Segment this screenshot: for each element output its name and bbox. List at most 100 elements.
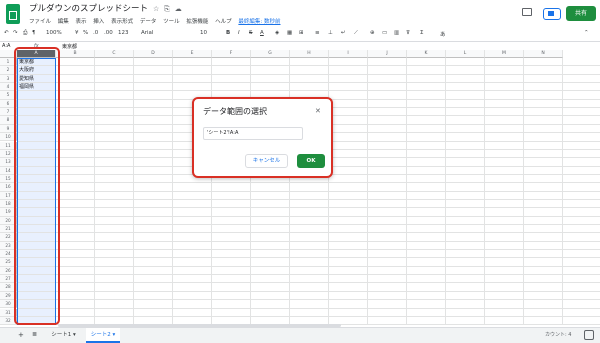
formula-bar: A:A fx 東京都 xyxy=(0,42,600,50)
undo-icon[interactable]: ↶ xyxy=(4,30,9,36)
comment-icon[interactable] xyxy=(522,8,532,16)
close-icon[interactable]: ✕ xyxy=(315,107,321,115)
vertical-align-icon[interactable]: ⊥ xyxy=(328,30,333,36)
present-button[interactable] xyxy=(543,8,561,20)
row-gridline xyxy=(17,215,600,217)
spreadsheet-grid[interactable]: ABCDEFGHIJKLMN 1 2 3 4 5 6 7 8 9 10 11 12 13 14 15 16 17… xyxy=(0,50,600,325)
text-rotate-icon[interactable]: ⟋ xyxy=(354,30,358,37)
print-icon[interactable]: ⎙ xyxy=(23,30,27,37)
star-icon[interactable]: ☆ xyxy=(151,5,159,13)
row-gridline xyxy=(17,274,600,276)
document-title-text[interactable]: プルダウンのスプレッドシート xyxy=(29,4,148,14)
percent-button[interactable]: % xyxy=(83,30,88,36)
text-wrap-icon[interactable]: ↵ xyxy=(341,30,346,36)
all-sheets-icon[interactable]: ≣ xyxy=(32,331,37,338)
column-header-m[interactable]: M xyxy=(485,50,524,58)
row-gridline xyxy=(17,90,600,92)
column-header-k[interactable]: K xyxy=(407,50,446,58)
document-title[interactable]: プルダウンのスプレッドシート ☆ ⎘ ☁ xyxy=(29,2,182,14)
column-header-b[interactable]: B xyxy=(56,50,95,58)
column-header-f[interactable]: F xyxy=(212,50,251,58)
row-gridline xyxy=(17,232,600,234)
collapse-menus-icon[interactable]: ⌃ xyxy=(584,30,589,36)
menu-view[interactable]: 表示 xyxy=(76,19,87,25)
column-header-j[interactable]: J xyxy=(368,50,407,58)
menu-file[interactable]: ファイル xyxy=(29,19,51,25)
column-header-h[interactable]: H xyxy=(290,50,329,58)
tab-sheet2[interactable]: シート2 ▾ xyxy=(86,328,120,343)
comment-add-icon[interactable]: ▭ xyxy=(382,30,387,36)
tab-sheet1[interactable]: シート1 ▾ xyxy=(45,328,82,343)
column-a-annotation-outline xyxy=(14,47,60,325)
row-gridline xyxy=(17,299,600,301)
column-header-g[interactable]: G xyxy=(251,50,290,58)
redo-icon[interactable]: ↷ xyxy=(13,30,18,36)
range-input[interactable]: 'シート2'!A:A xyxy=(203,127,303,140)
row-gridline xyxy=(17,307,600,309)
decimal-increase-button[interactable]: .00 xyxy=(104,30,113,36)
row-gridline xyxy=(17,265,600,267)
row-gridline xyxy=(17,240,600,242)
name-box[interactable]: A:A xyxy=(2,43,10,49)
dialog-title: データ範囲の選択 xyxy=(203,107,267,116)
row-gridline xyxy=(17,282,600,284)
menu-bar: ファイル 編集 表示 挿入 表示形式 データ ツール 拡張機能 ヘルプ 最終編集… xyxy=(29,17,286,27)
menu-edit[interactable]: 編集 xyxy=(58,19,69,25)
menu-format[interactable]: 表示形式 xyxy=(111,19,133,25)
explore-icon[interactable] xyxy=(584,330,594,340)
ok-button[interactable]: OK xyxy=(297,154,325,168)
column-header-l[interactable]: L xyxy=(446,50,485,58)
menu-tools[interactable]: ツール xyxy=(163,19,180,25)
font-select[interactable]: Arial xyxy=(141,30,153,36)
row-gridline xyxy=(17,182,600,184)
strikethrough-button[interactable]: S xyxy=(249,30,253,36)
functions-icon[interactable]: Σ xyxy=(420,30,423,36)
formula-input[interactable]: 東京都 xyxy=(62,43,77,50)
currency-button[interactable]: ¥ xyxy=(75,30,79,36)
add-sheet-icon[interactable]: + xyxy=(18,331,24,339)
menu-help[interactable]: ヘルプ xyxy=(215,19,232,25)
cancel-label: キャンセル xyxy=(252,158,281,164)
grid-lines xyxy=(0,50,600,325)
chart-icon[interactable]: ▥ xyxy=(394,30,399,36)
row-gridline xyxy=(17,290,600,292)
row-gridline xyxy=(17,257,600,259)
fill-color-icon[interactable]: ◈ xyxy=(275,30,279,36)
move-icon[interactable]: ⎘ xyxy=(162,5,170,13)
share-button[interactable]: 共有 xyxy=(566,6,596,21)
input-tools-button[interactable]: あ xyxy=(440,30,446,38)
share-label: 共有 xyxy=(574,10,587,17)
column-header-n[interactable]: N xyxy=(524,50,563,58)
borders-icon[interactable]: ▦ xyxy=(287,30,292,36)
sheets-logo-icon[interactable] xyxy=(6,4,20,24)
column-header-d[interactable]: D xyxy=(134,50,173,58)
data-range-dialog: データ範囲の選択 ✕ 'シート2'!A:A キャンセル OK xyxy=(192,97,333,178)
sheet-tab-bar: + ≣ シート1 ▾ シート2 ▾ カウント: 4 xyxy=(0,327,600,343)
font-size-select[interactable]: 10 xyxy=(200,30,207,36)
bold-button[interactable]: B xyxy=(226,30,230,36)
horizontal-align-icon[interactable]: ≡ xyxy=(315,30,320,36)
title-bar: プルダウンのスプレッドシート ☆ ⎘ ☁ ファイル 編集 表示 挿入 表示形式 … xyxy=(0,0,600,28)
menu-extensions[interactable]: 拡張機能 xyxy=(186,19,208,25)
count-summary[interactable]: カウント: 4 xyxy=(545,331,571,338)
italic-button[interactable]: I xyxy=(238,30,240,36)
paint-format-icon[interactable]: ¶ xyxy=(32,30,36,36)
column-header-c[interactable]: C xyxy=(95,50,134,58)
zoom-select[interactable]: 100% xyxy=(46,30,62,36)
row-gridline xyxy=(17,207,600,209)
menu-data[interactable]: データ xyxy=(140,19,157,25)
row-gridline xyxy=(17,82,600,84)
last-edit-link[interactable]: 最終編集: 数秒前 xyxy=(238,19,280,25)
link-icon[interactable]: ⊕ xyxy=(370,30,375,36)
menu-insert[interactable]: 挿入 xyxy=(93,19,104,25)
row-gridline xyxy=(17,65,600,67)
merge-cells-icon[interactable]: ⊞ xyxy=(299,30,304,36)
column-header-i[interactable]: I xyxy=(329,50,368,58)
filter-icon[interactable]: ⊽ xyxy=(406,30,410,36)
column-header-e[interactable]: E xyxy=(173,50,212,58)
decimal-decrease-button[interactable]: .0 xyxy=(93,30,98,36)
text-color-button[interactable]: A xyxy=(260,30,264,36)
more-formats-button[interactable]: 123 xyxy=(118,30,129,36)
cancel-button[interactable]: キャンセル xyxy=(245,154,288,168)
row-gridline xyxy=(17,249,600,251)
